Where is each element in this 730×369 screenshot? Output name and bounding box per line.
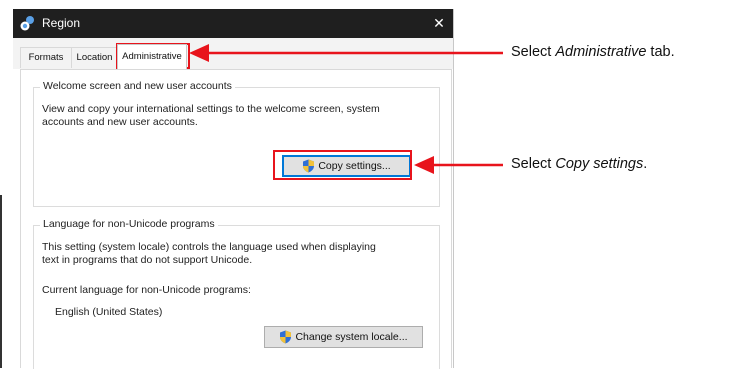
annotation-select-copy-settings: Select Copy settings. xyxy=(511,156,648,172)
button-arrow-head xyxy=(414,156,434,174)
tab-arrow-head xyxy=(189,44,209,62)
tab-administrative[interactable]: Administrative xyxy=(117,44,187,69)
annotation-select-tab: Select Administrative tab. xyxy=(511,44,675,60)
